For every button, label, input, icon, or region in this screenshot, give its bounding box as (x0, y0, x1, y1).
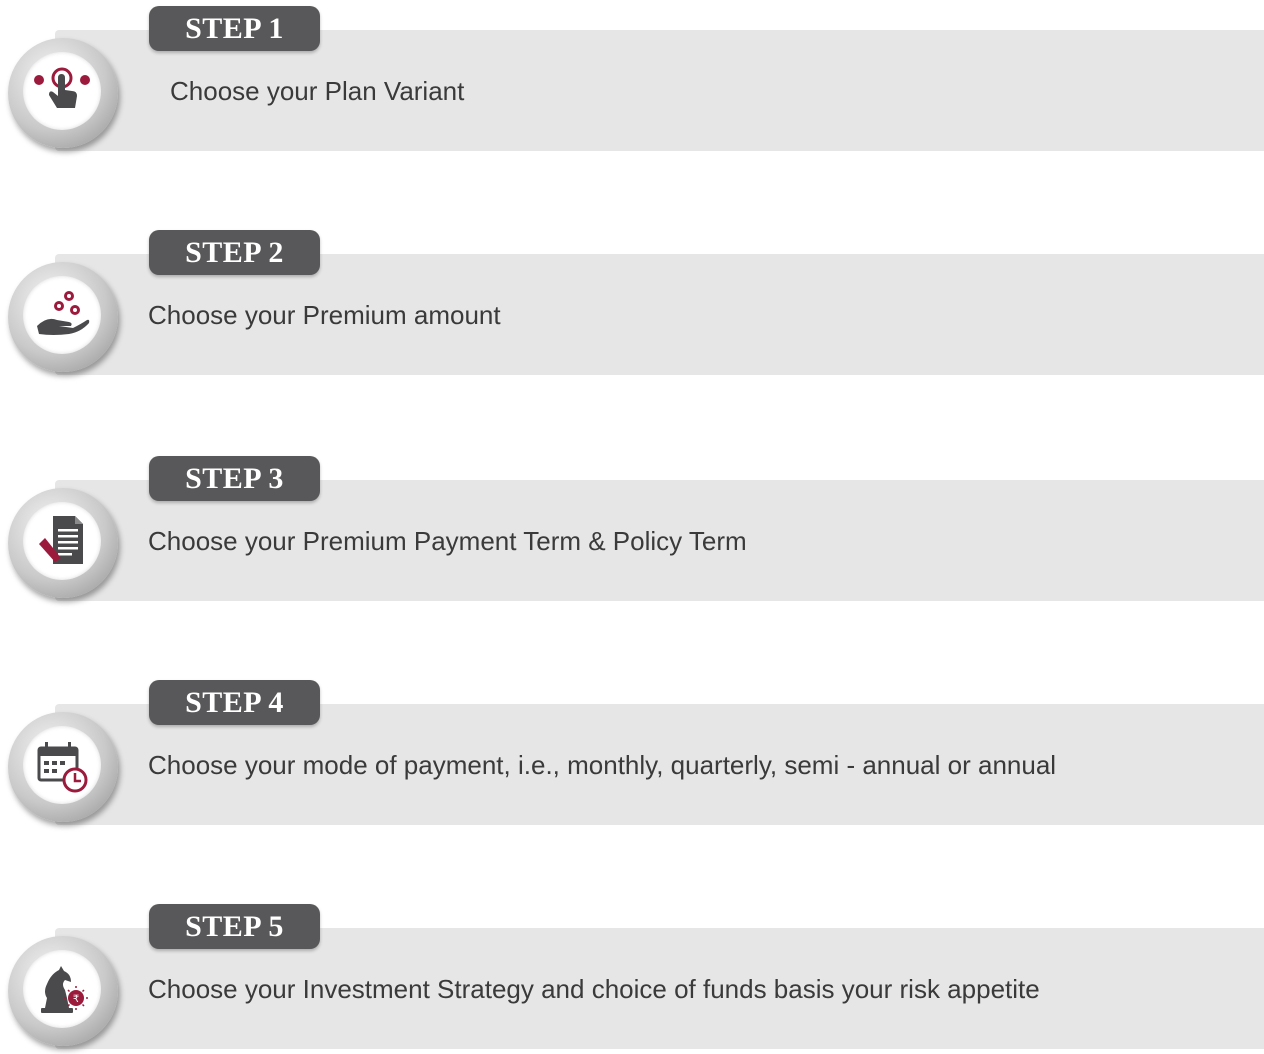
hand-coins-icon (23, 276, 101, 354)
step-description: Choose your Premium amount (148, 300, 501, 330)
step-4: STEP 4 Choose your mode of payment, i.e.… (0, 680, 1264, 830)
step-1: STEP 1 Choose your Plan Variant (0, 6, 1264, 156)
step-icon-badge (8, 488, 118, 598)
step-label: STEP 4 (149, 680, 320, 725)
step-description: Choose your mode of payment, i.e., month… (148, 750, 1057, 780)
step-icon-badge (8, 262, 118, 372)
step-label: STEP 1 (149, 6, 320, 51)
chess-knight-rupee-icon: ₹ (23, 950, 101, 1028)
step-3: STEP 3 Choose your Premium Payment Term … (0, 456, 1264, 606)
step-5: ₹ STEP 5 Choose your Investment Strategy… (0, 904, 1264, 1054)
step-description: Choose your Investment Strategy and choi… (148, 974, 1040, 1004)
step-description: Choose your Plan Variant (170, 76, 465, 106)
tap-choice-icon (23, 52, 101, 130)
svg-text:₹: ₹ (73, 994, 79, 1005)
step-label: STEP 5 (149, 904, 320, 949)
step-label: STEP 3 (149, 456, 320, 501)
step-icon-badge (8, 712, 118, 822)
step-2: STEP 2 Choose your Premium amount (0, 230, 1264, 380)
step-description: Choose your Premium Payment Term & Polic… (148, 526, 747, 556)
step-label: STEP 2 (149, 230, 320, 275)
step-icon-badge: ₹ (8, 936, 118, 1046)
document-pen-icon (23, 502, 101, 580)
step-icon-badge (8, 38, 118, 148)
calendar-clock-icon (23, 726, 101, 804)
